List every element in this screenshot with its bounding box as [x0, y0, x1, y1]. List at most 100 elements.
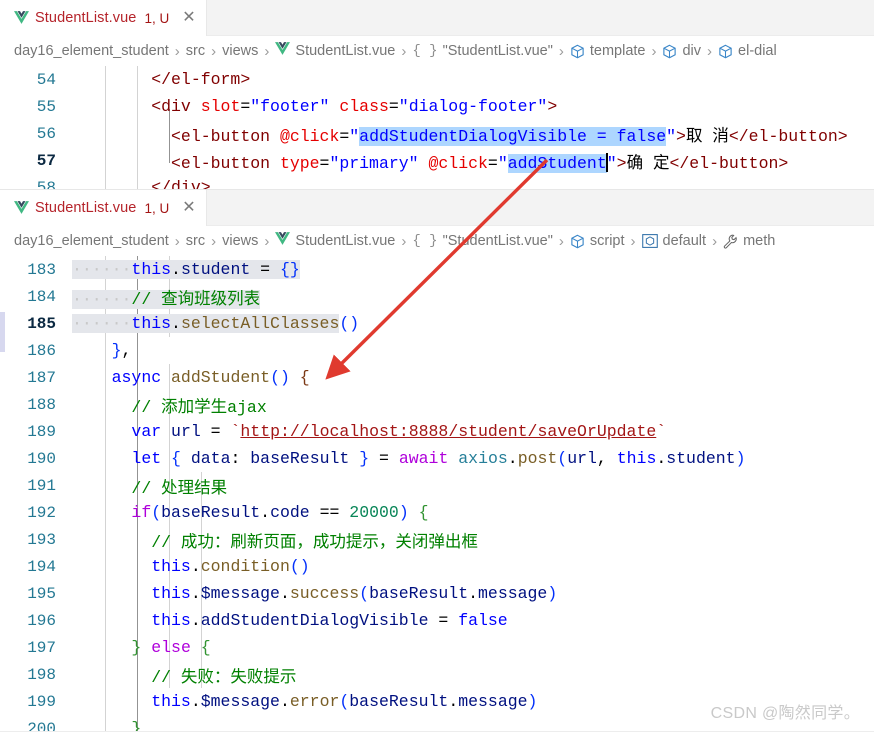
- line-content: } else {: [131, 638, 211, 657]
- line-content: </el-form>: [72, 70, 251, 89]
- code-line[interactable]: 54 </el-form>: [0, 66, 874, 93]
- breadcrumb-label: meth: [743, 233, 776, 249]
- braces-icon: { }: [412, 233, 438, 249]
- editor-group-top: StudentList.vue 1, U ✕ day16_element_stu…: [0, 0, 874, 190]
- line-content: // 成功：刷新页面，成功提示，关闭弹出框: [151, 532, 478, 552]
- breadcrumb-separator: ›: [401, 232, 407, 250]
- tab-studentlist-vue-top[interactable]: StudentList.vue 1, U ✕: [0, 0, 207, 36]
- tab-title: StudentList.vue: [35, 10, 137, 26]
- code-editor-bottom[interactable]: 183 ······this.student = {} 184 ······//…: [0, 256, 874, 741]
- vue-icon: [14, 201, 29, 215]
- line-content: ······this.student = {}: [72, 260, 300, 279]
- line-content: if(baseResult.code == 20000) {: [131, 503, 429, 522]
- code-line[interactable]: 188 // 添加学生ajax: [0, 391, 874, 418]
- tab-badge: 1, U: [144, 200, 170, 216]
- code-line[interactable]: 186 },: [0, 337, 874, 364]
- code-line[interactable]: 189 var url = `http://localhost:8888/stu…: [0, 418, 874, 445]
- breadcrumb-label: day16_element_student: [14, 43, 169, 59]
- line-content: this.$message.success(baseResult.message…: [151, 584, 558, 603]
- line-number: 184: [27, 287, 56, 306]
- breadcrumb-item-symbol-root[interactable]: { } "StudentList.vue": [412, 233, 552, 249]
- cube-icon: [718, 44, 733, 59]
- code-line[interactable]: 185 ······this.selectAllClasses(): [0, 310, 874, 337]
- tab-studentlist-vue-bottom[interactable]: StudentList.vue 1, U ✕: [0, 190, 207, 226]
- line-number: 192: [27, 503, 56, 522]
- code-line[interactable]: 197 } else {: [0, 634, 874, 661]
- code-editor-top[interactable]: 54 </el-form> 55 <div slot="footer" clas…: [0, 66, 874, 190]
- code-line[interactable]: 184 ······// 查询班级列表: [0, 283, 874, 310]
- breadcrumb-item-project[interactable]: day16_element_student: [14, 43, 169, 59]
- breadcrumb-label: template: [589, 43, 646, 59]
- breadcrumb-item-views[interactable]: views: [222, 233, 258, 249]
- code-line[interactable]: 190 let { data: baseResult } = await axi…: [0, 445, 874, 472]
- breadcrumb-label: StudentList.vue: [295, 43, 396, 59]
- line-content: // 失败：失败提示: [151, 667, 297, 687]
- breadcrumb-item-default[interactable]: default: [641, 233, 707, 249]
- vue-icon: [14, 11, 29, 25]
- breadcrumb-bottom: day16_element_student › src › views › St…: [0, 226, 874, 256]
- code-line[interactable]: 198 // 失败：失败提示: [0, 661, 874, 688]
- line-number: 188: [27, 395, 56, 414]
- line-number: 56: [36, 124, 56, 143]
- breadcrumb-item-views[interactable]: views: [222, 43, 258, 59]
- line-content: var url = `http://localhost:8888/student…: [131, 422, 667, 441]
- line-number: 183: [27, 260, 56, 279]
- breadcrumb-item-symbol-root[interactable]: { } "StudentList.vue": [412, 43, 552, 59]
- code-line[interactable]: 58 </div>: [0, 174, 874, 190]
- breadcrumb-label: day16_element_student: [14, 233, 169, 249]
- line-content: async addStudent() {: [111, 368, 310, 387]
- vue-icon: [275, 42, 291, 60]
- breadcrumb-item-file[interactable]: StudentList.vue: [275, 42, 395, 60]
- close-icon[interactable]: ✕: [182, 200, 195, 216]
- code-line[interactable]: 183 ······this.student = {}: [0, 256, 874, 283]
- code-line[interactable]: 195 this.$message.success(baseResult.mes…: [0, 580, 874, 607]
- breadcrumb-separator: ›: [651, 42, 657, 60]
- close-icon[interactable]: ✕: [182, 10, 195, 26]
- breadcrumb-top: day16_element_student › src › views › St…: [0, 36, 874, 66]
- breadcrumb-separator: ›: [264, 232, 270, 250]
- line-number: 196: [27, 611, 56, 630]
- code-line[interactable]: 193 // 成功：刷新页面，成功提示，关闭弹出框: [0, 526, 874, 553]
- breadcrumb-label: src: [185, 233, 206, 249]
- code-line[interactable]: 187 async addStudent() {: [0, 364, 874, 391]
- breadcrumb-label: StudentList.vue: [295, 233, 396, 249]
- line-number: 195: [27, 584, 56, 603]
- code-line[interactable]: 56 <el-button @click="addStudentDialogVi…: [0, 120, 874, 147]
- breadcrumb-item-el-dialog[interactable]: el-dial: [718, 43, 777, 59]
- code-line[interactable]: 191 // 处理结果: [0, 472, 874, 499]
- breadcrumb-separator: ›: [630, 232, 636, 250]
- code-line[interactable]: 57 <el-button type="primary" @click="add…: [0, 147, 874, 174]
- code-line[interactable]: 194 this.condition(): [0, 553, 874, 580]
- breadcrumb-separator: ›: [211, 42, 217, 60]
- breadcrumb-item-file[interactable]: StudentList.vue: [275, 232, 395, 250]
- breadcrumb-separator: ›: [558, 232, 564, 250]
- line-content: },: [111, 341, 132, 360]
- breadcrumb-item-template[interactable]: template: [570, 43, 646, 59]
- breadcrumb-item-methods[interactable]: meth: [723, 233, 775, 249]
- breadcrumb-item-project[interactable]: day16_element_student: [14, 233, 169, 249]
- tabbar-bottom: StudentList.vue 1, U ✕: [0, 190, 874, 226]
- tab-badge: 1, U: [144, 10, 170, 26]
- line-number: 187: [27, 368, 56, 387]
- vue-icon: [275, 232, 291, 250]
- code-line[interactable]: 192 if(baseResult.code == 20000) {: [0, 499, 874, 526]
- code-line[interactable]: 55 <div slot="footer" class="dialog-foot…: [0, 93, 874, 120]
- line-number: 54: [36, 70, 56, 89]
- line-number: 191: [27, 476, 56, 495]
- line-content: <div slot="footer" class="dialog-footer"…: [72, 97, 558, 116]
- line-number: 197: [27, 638, 56, 657]
- breadcrumb-label: src: [185, 43, 206, 59]
- line-content: this.addStudentDialogVisible = false: [151, 611, 508, 630]
- breadcrumb-item-div[interactable]: div: [662, 43, 701, 59]
- line-content: this.condition(): [151, 557, 310, 576]
- breadcrumb-separator: ›: [174, 232, 180, 250]
- breadcrumb-item-script[interactable]: script: [570, 233, 625, 249]
- line-content: let { data: baseResult } = await axios.p…: [131, 449, 746, 468]
- line-content: <el-button type="primary" @click="addStu…: [72, 152, 789, 173]
- line-content: ······this.selectAllClasses(): [72, 314, 360, 333]
- breadcrumb-item-src[interactable]: src: [186, 43, 205, 59]
- code-line[interactable]: 196 this.addStudentDialogVisible = false: [0, 607, 874, 634]
- breadcrumb-label: default: [662, 233, 707, 249]
- breadcrumb-item-src[interactable]: src: [186, 233, 205, 249]
- breadcrumb-separator: ›: [558, 42, 564, 60]
